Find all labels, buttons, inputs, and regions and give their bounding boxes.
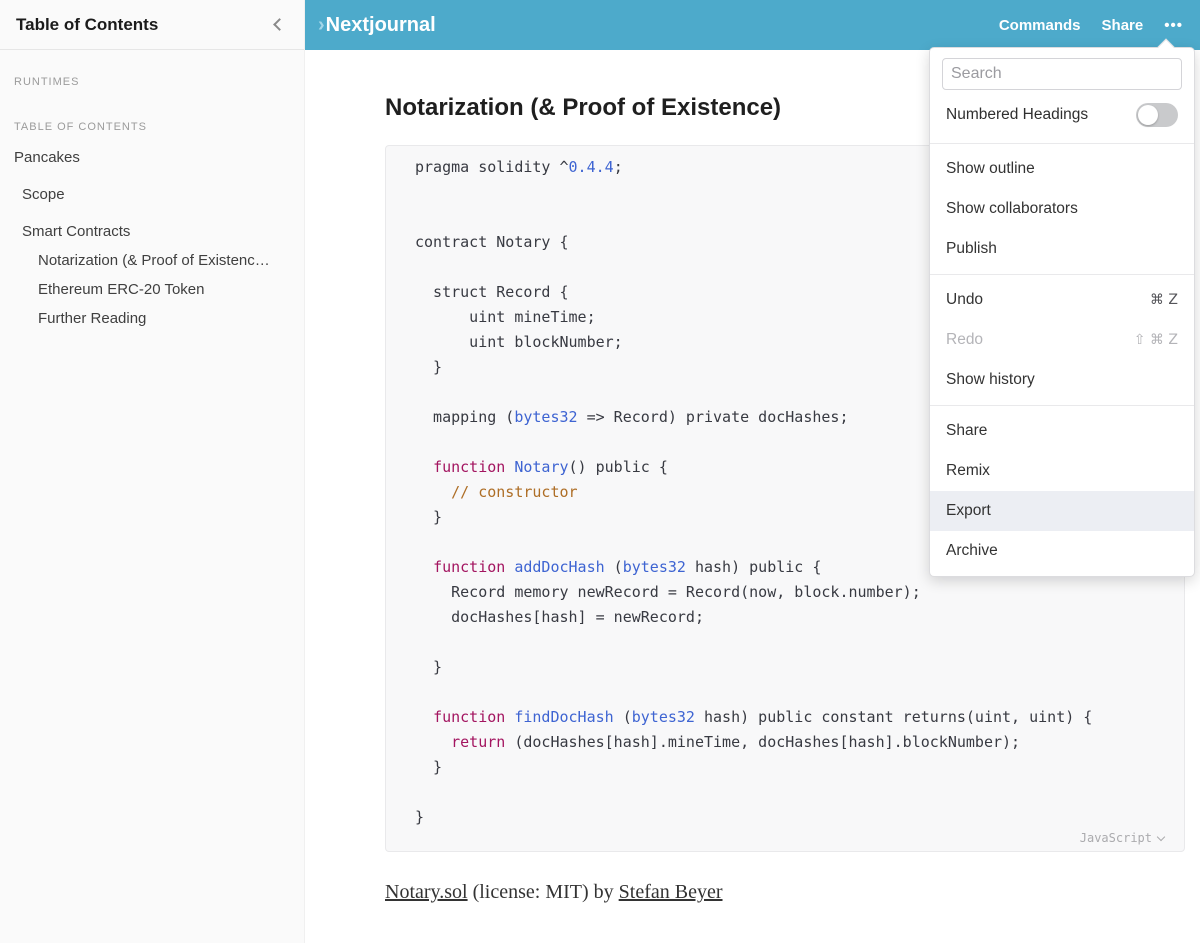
menu-item-label: Archive	[946, 542, 998, 560]
toc-item[interactable]: Further Reading	[0, 311, 304, 327]
logo-text: Nextjournal	[326, 14, 436, 37]
toc-item[interactable]: Notarization (& Proof of Existenc…	[0, 253, 304, 269]
nextjournal-logo[interactable]: › Nextjournal	[318, 14, 436, 37]
page-title: Notarization (& Proof of Existence)	[385, 94, 781, 122]
sidebar-header: Table of Contents	[0, 0, 304, 50]
menu-item-show-history[interactable]: Show history	[930, 360, 1194, 400]
menu-item-remix[interactable]: Remix	[930, 451, 1194, 491]
code-line: function findDocHash (bytes32 hash) publ…	[415, 705, 1164, 730]
keyboard-shortcut: ⇧ ⌘ Z	[1134, 332, 1178, 348]
menu-item-label: Share	[946, 422, 987, 440]
menu-item-share[interactable]: Share	[930, 411, 1194, 451]
menu-item-undo[interactable]: Undo ⌘ Z	[930, 280, 1194, 320]
logo-chevron-icon: ›	[318, 14, 325, 37]
sidebar-title: Table of Contents	[16, 15, 158, 35]
code-line	[415, 780, 1164, 805]
code-caption: Notary.sol (license: MIT) by Stefan Beye…	[385, 881, 723, 904]
topbar: › Nextjournal Commands Share •••	[305, 0, 1200, 50]
menu-item-label: Redo	[946, 331, 983, 349]
toggle-knob	[1138, 105, 1158, 125]
topbar-actions: Commands Share •••	[999, 17, 1183, 34]
code-language-selector[interactable]: JavaScript	[415, 831, 1164, 845]
caption-text: (license: MIT) by	[468, 881, 619, 903]
menu-group: Show outline Show collaborators Publish	[930, 144, 1194, 274]
toc-section-label: TABLE OF CONTENTS	[0, 121, 304, 133]
collapse-sidebar-icon[interactable]	[273, 18, 286, 31]
menu-item-label: Show history	[946, 371, 1035, 389]
menu-group: Share Remix Export Archive	[930, 406, 1194, 576]
toc-list: Pancakes Scope Smart Contracts Notarization…	[0, 150, 304, 327]
menu-group: Undo ⌘ Z Redo ⇧ ⌘ Z Show history	[930, 275, 1194, 405]
code-line	[415, 680, 1164, 705]
sidebar: Table of Contents RUNTIMES TABLE OF CONT…	[0, 0, 305, 943]
menu-item-label: Show collaborators	[946, 200, 1078, 218]
menu-header: Numbered Headings	[930, 48, 1194, 143]
menu-item-label: Export	[946, 502, 991, 520]
toc-item[interactable]: Smart Contracts	[0, 224, 304, 240]
chevron-down-icon	[1157, 832, 1165, 840]
code-line: }	[415, 655, 1164, 680]
code-line: Record memory newRecord = Record(now, bl…	[415, 580, 1164, 605]
more-options-icon[interactable]: •••	[1164, 17, 1183, 34]
search-input[interactable]	[942, 58, 1182, 90]
menu-item-export[interactable]: Export	[930, 491, 1194, 531]
code-language-label: JavaScript	[1080, 831, 1152, 845]
toc-item[interactable]: Ethereum ERC-20 Token	[0, 282, 304, 298]
caption-link[interactable]: Stefan Beyer	[619, 881, 723, 903]
code-line: return (docHashes[hash].mineTime, docHas…	[415, 730, 1164, 755]
menu-item-label: Publish	[946, 240, 997, 258]
code-line: }	[415, 805, 1164, 830]
menu-item-label: Undo	[946, 291, 983, 309]
code-line	[415, 630, 1164, 655]
commands-button[interactable]: Commands	[999, 17, 1081, 34]
runtimes-section-label: RUNTIMES	[0, 76, 304, 88]
numbered-headings-toggle[interactable]	[1136, 103, 1178, 127]
menu-item-show-collaborators[interactable]: Show collaborators	[930, 189, 1194, 229]
more-options-menu: Numbered Headings Show outline Show colla…	[929, 47, 1195, 577]
menu-item-show-outline[interactable]: Show outline	[930, 149, 1194, 189]
code-line: }	[415, 755, 1164, 780]
caption-link[interactable]: Notary.sol	[385, 881, 468, 903]
numbered-headings-row: Numbered Headings	[942, 90, 1182, 139]
numbered-headings-label: Numbered Headings	[946, 106, 1088, 124]
toc-item[interactable]: Scope	[0, 187, 304, 203]
menu-item-redo: Redo ⇧ ⌘ Z	[930, 320, 1194, 360]
menu-item-archive[interactable]: Archive	[930, 531, 1194, 571]
menu-item-publish[interactable]: Publish	[930, 229, 1194, 269]
share-button[interactable]: Share	[1102, 17, 1144, 34]
menu-groups: Show outline Show collaborators Publish Und…	[930, 143, 1194, 576]
menu-item-label: Show outline	[946, 160, 1035, 178]
toc-item[interactable]: Pancakes	[0, 150, 304, 166]
code-line: docHashes[hash] = newRecord;	[415, 605, 1164, 630]
menu-item-label: Remix	[946, 462, 990, 480]
keyboard-shortcut: ⌘ Z	[1150, 292, 1178, 308]
